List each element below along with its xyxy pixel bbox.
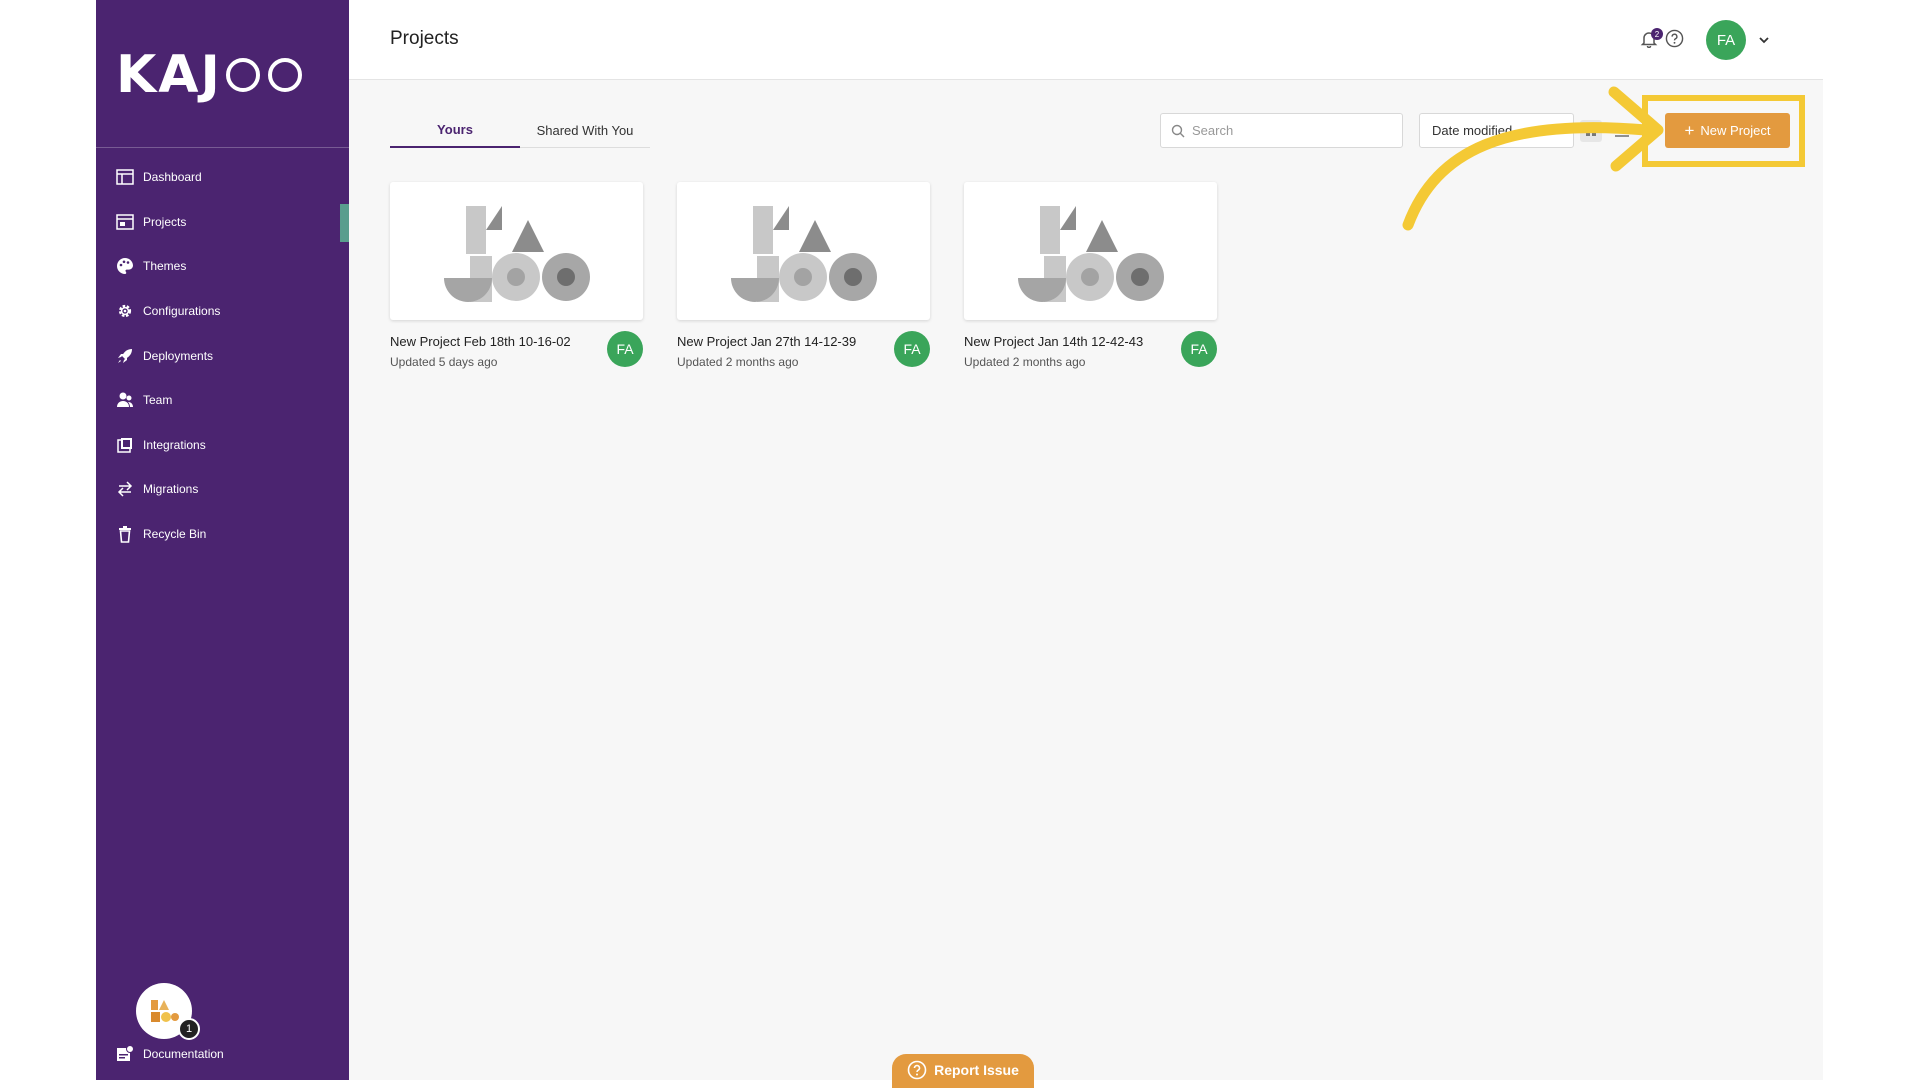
kajoo-mini-logo-icon xyxy=(151,1000,179,1022)
plus-icon: + xyxy=(1684,120,1695,140)
sidebar-item-themes[interactable]: Themes xyxy=(96,244,349,289)
new-project-button[interactable]: + New Project xyxy=(1665,113,1790,148)
logo-ring-2 xyxy=(267,58,302,92)
project-card[interactable]: New Project Feb 18th 10-16-02 Updated 5 … xyxy=(390,182,643,372)
sidebar-item-label: Recycle Bin xyxy=(143,527,207,542)
owner-avatar: FA xyxy=(607,331,643,367)
documentation-link[interactable]: Documentation xyxy=(116,1045,224,1063)
search-input[interactable] xyxy=(1192,123,1382,138)
migrate-arrows-icon xyxy=(116,480,134,498)
project-name[interactable]: New Project Jan 14th 12-42-43 xyxy=(964,334,1143,349)
project-updated: Updated 2 months ago xyxy=(677,355,799,369)
help-circle-icon xyxy=(907,1060,927,1080)
owner-avatar: FA xyxy=(1181,331,1217,367)
sidebar-item-migrations[interactable]: Migrations xyxy=(96,467,349,512)
sort-value: Date modified xyxy=(1432,123,1513,138)
logo-ring-1 xyxy=(225,58,260,92)
integrations-icon xyxy=(116,436,134,454)
search-icon xyxy=(1171,124,1185,137)
user-avatar[interactable]: FA xyxy=(1706,20,1746,60)
documentation-icon xyxy=(116,1045,134,1063)
sidebar-item-label: Team xyxy=(143,393,173,408)
kajoo-placeholder-icon xyxy=(730,206,877,302)
sidebar-item-integrations[interactable]: Integrations xyxy=(96,423,349,468)
sort-dropdown[interactable]: Date modified xyxy=(1419,113,1574,148)
logo-letter-a: A xyxy=(158,45,198,105)
tab-yours[interactable]: Yours xyxy=(390,112,520,148)
project-thumbnail[interactable] xyxy=(964,182,1217,320)
project-name[interactable]: New Project Jan 27th 14-12-39 xyxy=(677,334,856,349)
sidebar: K A J Dashboard Projects Themes Configur… xyxy=(96,0,349,1080)
search-box xyxy=(1160,113,1403,148)
project-tabs: Yours Shared With You xyxy=(390,112,650,148)
trash-icon xyxy=(116,525,134,543)
project-card[interactable]: New Project Jan 14th 12-42-43 Updated 2 … xyxy=(964,182,1217,372)
gear-icon xyxy=(116,302,134,320)
top-bar: Projects 2 FA xyxy=(349,0,1823,80)
logo-letter-k: K xyxy=(116,45,156,105)
sidebar-item-team[interactable]: Team xyxy=(96,378,349,423)
documentation-badge: 1 xyxy=(178,1018,200,1040)
report-issue-label: Report Issue xyxy=(934,1062,1019,1078)
sidebar-item-deployments[interactable]: Deployments xyxy=(96,333,349,378)
kajoo-placeholder-icon xyxy=(1017,206,1164,302)
team-icon xyxy=(116,391,134,409)
page-title: Projects xyxy=(390,28,459,49)
project-card[interactable]: New Project Jan 27th 14-12-39 Updated 2 … xyxy=(677,182,930,372)
notification-count-badge: 2 xyxy=(1651,28,1663,40)
chevron-down-icon[interactable] xyxy=(1757,33,1771,47)
new-project-label: New Project xyxy=(1700,123,1771,138)
help-icon[interactable] xyxy=(1665,29,1684,48)
dashboard-icon xyxy=(116,168,134,186)
project-name[interactable]: New Project Feb 18th 10-16-02 xyxy=(390,334,571,349)
sidebar-item-projects[interactable]: Projects xyxy=(96,200,349,245)
sidebar-item-label: Deployments xyxy=(143,348,214,363)
owner-avatar: FA xyxy=(894,331,930,367)
project-updated: Updated 5 days ago xyxy=(390,355,498,369)
list-icon xyxy=(1615,125,1629,137)
sidebar-item-label: Integrations xyxy=(143,437,206,452)
tab-shared-with-you[interactable]: Shared With You xyxy=(520,112,650,148)
projects-icon xyxy=(116,213,134,231)
sidebar-item-label: Projects xyxy=(143,214,187,229)
report-issue-button[interactable]: Report Issue xyxy=(892,1054,1034,1088)
sidebar-item-label: Dashboard xyxy=(143,170,202,185)
project-thumbnail[interactable] xyxy=(390,182,643,320)
kajoo-placeholder-icon xyxy=(443,206,590,302)
sidebar-nav: Dashboard Projects Themes Configurations xyxy=(96,155,349,556)
project-thumbnail[interactable] xyxy=(677,182,930,320)
grid-view-toggle[interactable] xyxy=(1580,120,1602,142)
sidebar-divider xyxy=(96,147,349,148)
documentation-label: Documentation xyxy=(143,1047,224,1061)
sidebar-item-dashboard[interactable]: Dashboard xyxy=(96,155,349,200)
project-updated: Updated 2 months ago xyxy=(964,355,1086,369)
grid-icon xyxy=(1586,126,1596,136)
sidebar-item-label: Configurations xyxy=(143,304,221,319)
app-frame: K A J Dashboard Projects Themes Configur… xyxy=(96,0,1823,1088)
list-view-toggle[interactable] xyxy=(1611,120,1633,142)
palette-icon xyxy=(116,257,134,275)
kajoo-logo[interactable]: K A J xyxy=(116,45,302,105)
sidebar-item-configurations[interactable]: Configurations xyxy=(96,289,349,334)
rocket-icon xyxy=(116,347,134,365)
sidebar-item-label: Themes xyxy=(143,259,187,274)
sidebar-item-recycle-bin[interactable]: Recycle Bin xyxy=(96,512,349,557)
sidebar-item-label: Migrations xyxy=(143,482,199,497)
logo-letter-j: J xyxy=(200,45,220,105)
